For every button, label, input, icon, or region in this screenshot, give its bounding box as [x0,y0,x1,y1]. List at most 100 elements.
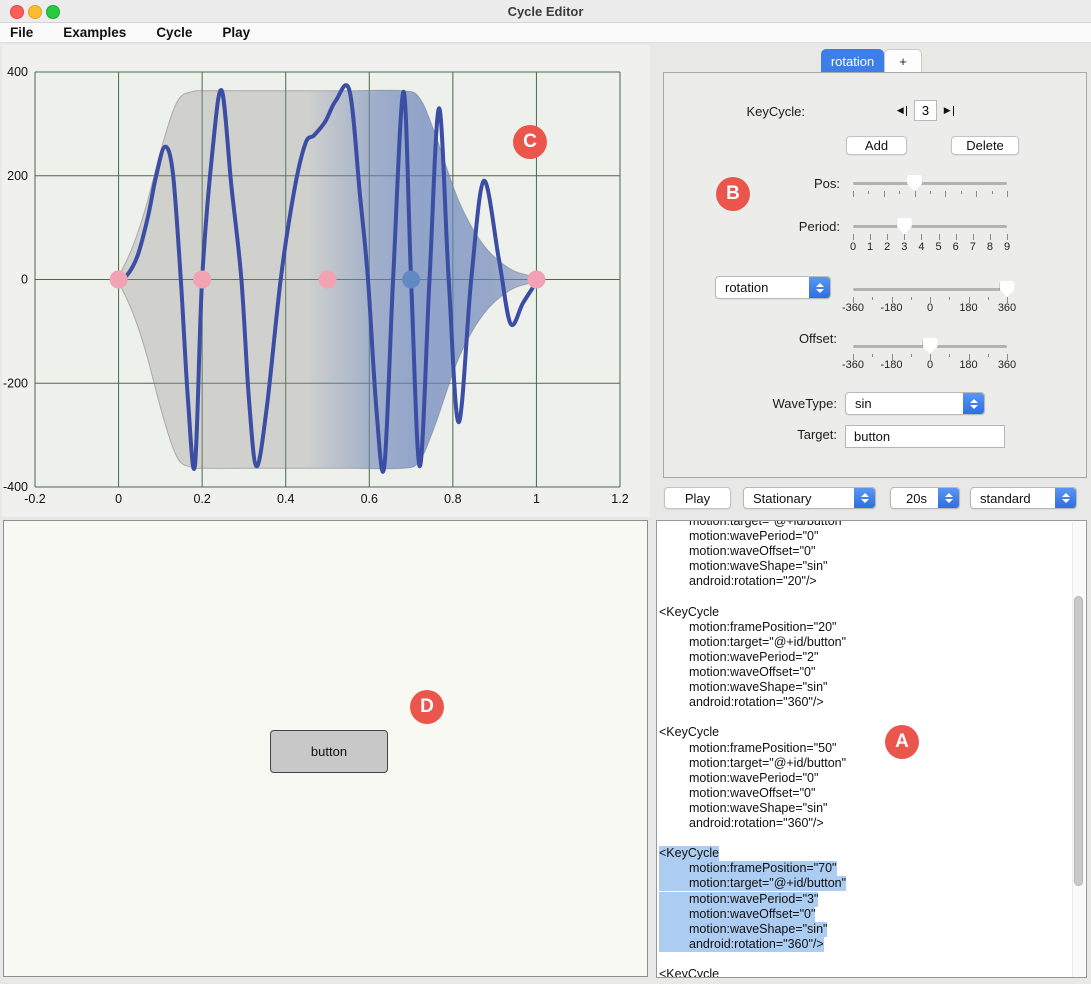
xml-line[interactable]: motion:target="@+id/button" [659,635,846,650]
keyframe-dot[interactable] [319,271,337,289]
xml-line[interactable]: <KeyCycle [659,725,719,740]
x-axis-tick-label: 1.2 [611,492,628,506]
xml-line[interactable]: android:rotation="360"/> [659,816,824,831]
rotation-slider-tick-label: 0 [912,302,948,314]
arrow-bar-icon [906,106,908,116]
arrow-bar-icon [953,106,955,116]
slider-tick [887,234,888,240]
period-slider-track[interactable] [853,225,1007,228]
rotation-slider-track[interactable] [853,288,1007,291]
tab-rotation[interactable]: rotation [821,49,884,73]
y-axis-tick-label: 400 [7,65,28,79]
menu-examples[interactable]: Examples [63,25,126,40]
slider-tick [853,234,854,240]
slider-tick [992,191,993,194]
chevron-up-down-icon [938,488,959,508]
target-label: Target: [737,427,837,442]
chevron-up-down-icon [809,277,830,298]
xml-line[interactable]: <KeyCycle [659,846,719,861]
slider-tick [872,354,873,357]
chevron-up-down-icon [963,393,984,414]
xml-line[interactable]: motion:framePosition="50" [659,741,837,756]
add-button[interactable]: Add [846,136,907,155]
xml-line[interactable]: motion:framePosition="70" [659,861,837,876]
xml-line[interactable]: android:rotation="20"/> [659,574,817,589]
scrollbar-track[interactable] [1072,522,1085,978]
slider-tick [911,354,912,357]
xml-line[interactable]: motion:waveShape="sin" [659,559,827,574]
keycycle-next-button[interactable]: ▶ [940,101,958,120]
xml-editor[interactable]: motion:target="@+id/button"motion:wavePe… [656,520,1087,978]
slider-tick [1007,234,1008,240]
slider-tick [921,234,922,240]
slider-tick [956,234,957,240]
cycle-graph-panel[interactable]: 4002000-200-400-0.200.20.40.60.811.2 [2,45,650,517]
xml-line[interactable]: <KeyCycle [659,967,719,978]
xml-line[interactable]: motion:waveShape="sin" [659,680,827,695]
slider-tick [904,234,905,240]
slider-tick [945,191,946,197]
y-axis-tick-label: 200 [7,169,28,183]
play-button[interactable]: Play [664,487,731,509]
style-select[interactable]: standard [970,487,1077,509]
wavetype-select[interactable]: sin [845,392,985,415]
menu-play[interactable]: Play [222,25,250,40]
xml-line[interactable]: motion:waveShape="sin" [659,801,827,816]
slider-tick [930,191,931,194]
xml-line[interactable]: motion:wavePeriod="0" [659,771,818,786]
slider-tick [973,234,974,240]
xml-line[interactable]: android:rotation="360"/> [659,937,824,952]
x-axis-tick-label: 0.6 [361,492,378,506]
duration-select[interactable]: 20s [890,487,960,509]
xml-line[interactable]: motion:waveShape="sin" [659,922,827,937]
scrollbar-thumb[interactable] [1074,596,1083,886]
window-title: Cycle Editor [0,4,1091,19]
pos-slider-track[interactable] [853,182,1007,185]
tab-add-new[interactable]: + [884,49,922,73]
keycycle-prev-button[interactable]: ◀ [893,101,911,120]
keyframe-dot[interactable] [110,271,128,289]
annotation-badge-d: D [410,690,444,724]
period-label: Period: [760,219,840,234]
keyframe-dot-selected[interactable] [402,271,420,289]
slider-tick [870,234,871,240]
slider-tick [911,297,912,300]
xml-line[interactable]: motion:wavePeriod="3" [659,892,818,907]
style-select-value: standard [971,491,1055,506]
xml-line[interactable]: motion:waveOffset="0" [659,786,815,801]
xml-line[interactable]: motion:target="@+id/button" [659,876,846,891]
cycle-waveform-chart[interactable]: 4002000-200-400-0.200.20.40.60.811.2 [2,45,650,517]
slider-tick [976,191,977,197]
xml-line[interactable]: motion:wavePeriod="2" [659,650,818,665]
target-input[interactable]: button [845,425,1005,448]
xml-line[interactable]: motion:framePosition="20" [659,620,837,635]
attribute-select[interactable]: rotation [715,276,831,299]
xml-line[interactable]: android:rotation="360"/> [659,695,824,710]
y-axis-tick-label: 0 [21,273,28,287]
xml-line[interactable]: motion:waveOffset="0" [659,665,815,680]
x-axis-tick-label: 0.2 [193,492,210,506]
menu-file[interactable]: File [10,25,33,40]
pos-label: Pos: [760,176,840,191]
xml-line[interactable]: motion:waveOffset="0" [659,544,815,559]
xml-line[interactable]: motion:target="@+id/button" [659,520,846,529]
mode-select[interactable]: Stationary [743,487,876,509]
xml-line[interactable]: motion:target="@+id/button" [659,756,846,771]
xml-line[interactable]: <KeyCycle [659,605,719,620]
x-axis-tick-label: 0.8 [444,492,461,506]
offset-slider-tick-label: 360 [989,359,1025,371]
rotation-slider-tick-label: -360 [835,302,871,314]
preview-button-widget[interactable]: button [270,730,388,773]
duration-select-value: 20s [891,491,938,506]
keyframe-dot[interactable] [527,271,545,289]
delete-button[interactable]: Delete [951,136,1019,155]
xml-line[interactable]: motion:wavePeriod="0" [659,529,818,544]
slider-tick [915,191,916,197]
keyframe-dot[interactable] [193,271,211,289]
xml-line[interactable]: motion:waveOffset="0" [659,907,815,922]
slider-tick [884,191,885,197]
slider-tick [949,297,950,300]
menu-cycle[interactable]: Cycle [156,25,192,40]
keycycle-value[interactable]: 3 [914,100,937,121]
offset-slider-tick-label: -360 [835,359,871,371]
